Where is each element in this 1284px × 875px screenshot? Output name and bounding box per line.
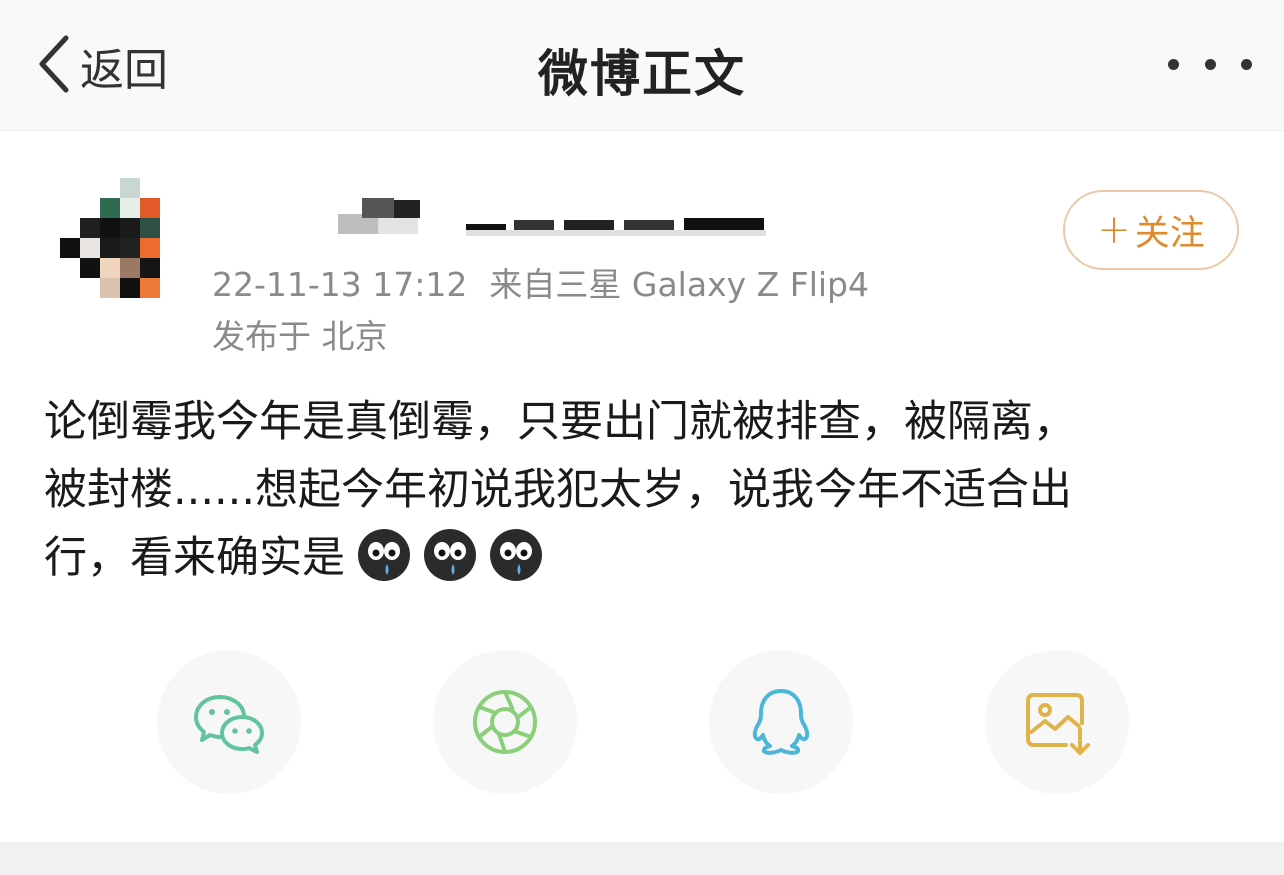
crying-face-icon: [357, 528, 411, 582]
post-content-line-last: 行，看来确实是: [44, 524, 1244, 592]
more-dot: [1168, 58, 1179, 70]
save-image-icon: [1018, 683, 1096, 761]
more-icon[interactable]: [1168, 52, 1252, 76]
follow-label: 关注: [1134, 213, 1205, 254]
post-content-text: 行，看来确实是: [44, 533, 345, 583]
crying-face-icon: [489, 528, 543, 582]
post-location: 发布于 北京: [212, 317, 388, 356]
moments-icon: [466, 683, 544, 761]
share-wechat-button[interactable]: [157, 650, 301, 794]
crying-face-icon: [423, 528, 477, 582]
username-redacted[interactable]: [338, 190, 778, 238]
post-content: 论倒霉我今年是真倒霉，只要出门就被排查，被隔离， 被封楼......想起今年初说…: [44, 388, 1244, 592]
bottom-divider-band: [0, 842, 1284, 875]
wechat-icon: [190, 683, 268, 761]
post-timestamp: 22-11-13 17:12: [212, 265, 468, 304]
post-content-line: 论倒霉我今年是真倒霉，只要出门就被排查，被隔离，: [44, 397, 1076, 447]
top-navigation-bar: 返回 微博正文: [0, 0, 1284, 131]
plus-icon: +: [1097, 207, 1131, 253]
share-moments-button[interactable]: [433, 650, 577, 794]
post-content-line: 被封楼......想起今年初说我犯太岁，说我今年不适合出: [44, 465, 1073, 515]
post-meta: 22-11-13 17:12 来自三星 Galaxy Z Flip4: [212, 258, 869, 306]
more-dot: [1204, 58, 1216, 70]
page-title: 微博正文: [538, 45, 746, 103]
qq-icon: [742, 683, 820, 761]
post-source: 来自三星 Galaxy Z Flip4: [489, 265, 869, 304]
follow-button[interactable]: + 关注: [1063, 190, 1239, 270]
save-image-button[interactable]: [985, 650, 1129, 794]
avatar[interactable]: [60, 178, 184, 306]
more-dot: [1241, 58, 1252, 70]
share-qq-button[interactable]: [709, 650, 853, 794]
